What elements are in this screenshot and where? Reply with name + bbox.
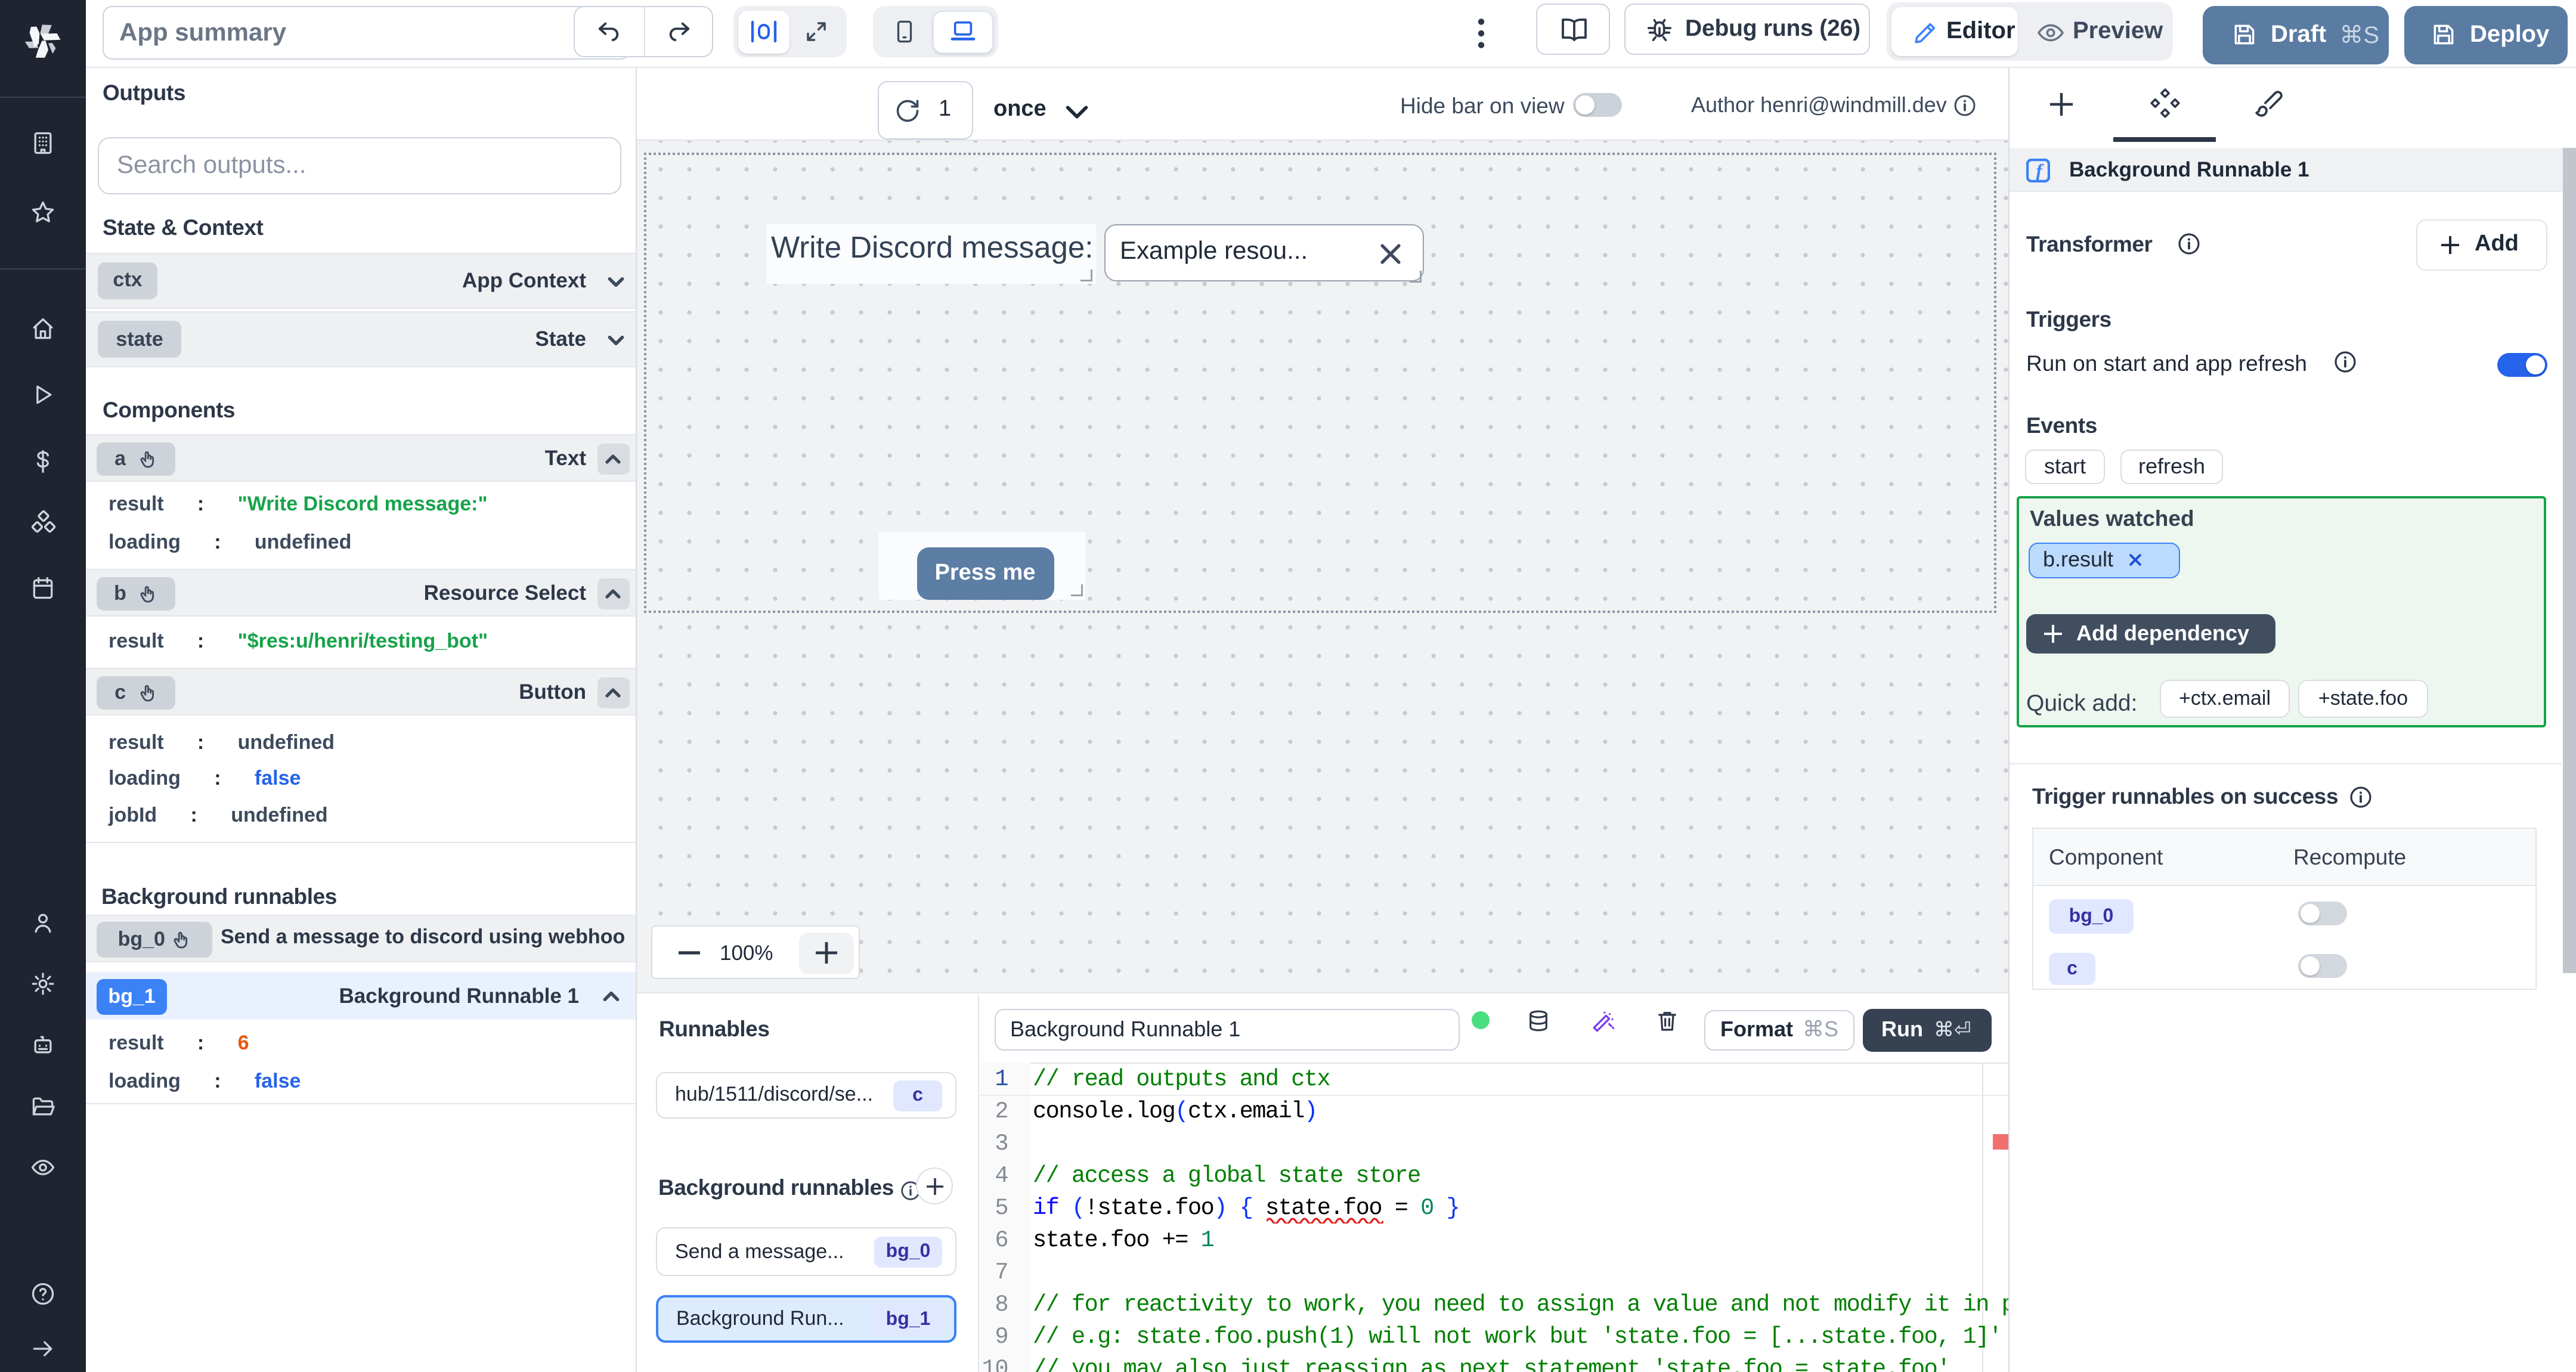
- svg-text:f: f: [2036, 160, 2044, 182]
